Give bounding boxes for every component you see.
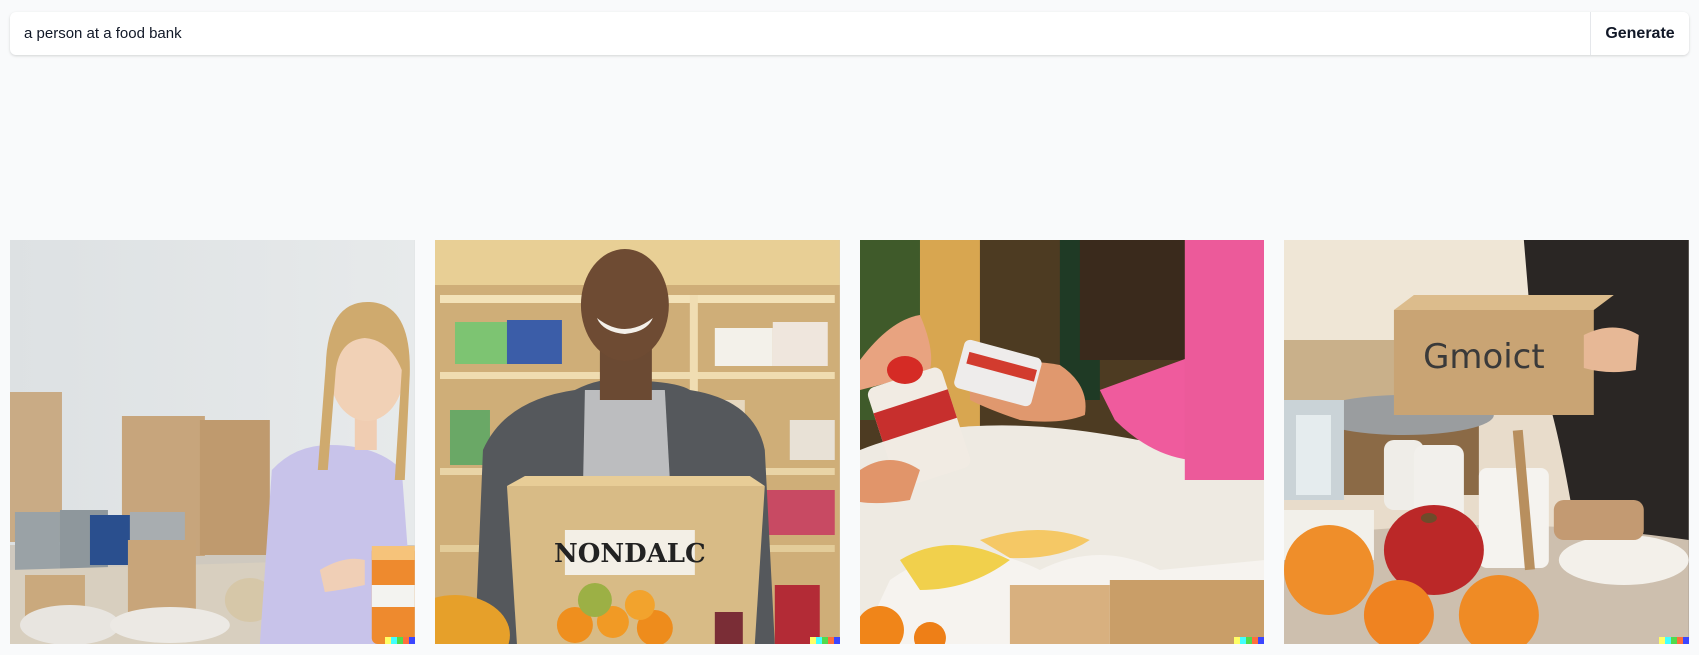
prompt-bar: Generate — [10, 12, 1689, 55]
image-3-picture — [859, 240, 1265, 644]
generated-image-1[interactable] — [10, 240, 415, 644]
generated-image-4[interactable]: Gmoict — [1284, 240, 1689, 644]
dalle-signature-icon — [809, 637, 840, 644]
dalle-signature-icon — [1659, 637, 1689, 644]
image-grid: NONDALC Gmoict — [10, 240, 1689, 644]
box-label-1: NONDALC — [554, 539, 706, 569]
image-4-picture: Gmoict — [1284, 240, 1689, 644]
dalle-signature-icon — [1234, 637, 1265, 644]
generate-button[interactable]: Generate — [1590, 12, 1689, 55]
image-2-picture: NONDALC — [434, 240, 840, 644]
dalle-signature-icon — [384, 637, 415, 644]
box-label-2: Gmoict — [1423, 337, 1545, 377]
prompt-input[interactable] — [10, 12, 1590, 55]
generated-image-3[interactable] — [859, 240, 1265, 644]
image-1-picture — [10, 240, 415, 644]
generated-image-2[interactable]: NONDALC — [434, 240, 840, 644]
